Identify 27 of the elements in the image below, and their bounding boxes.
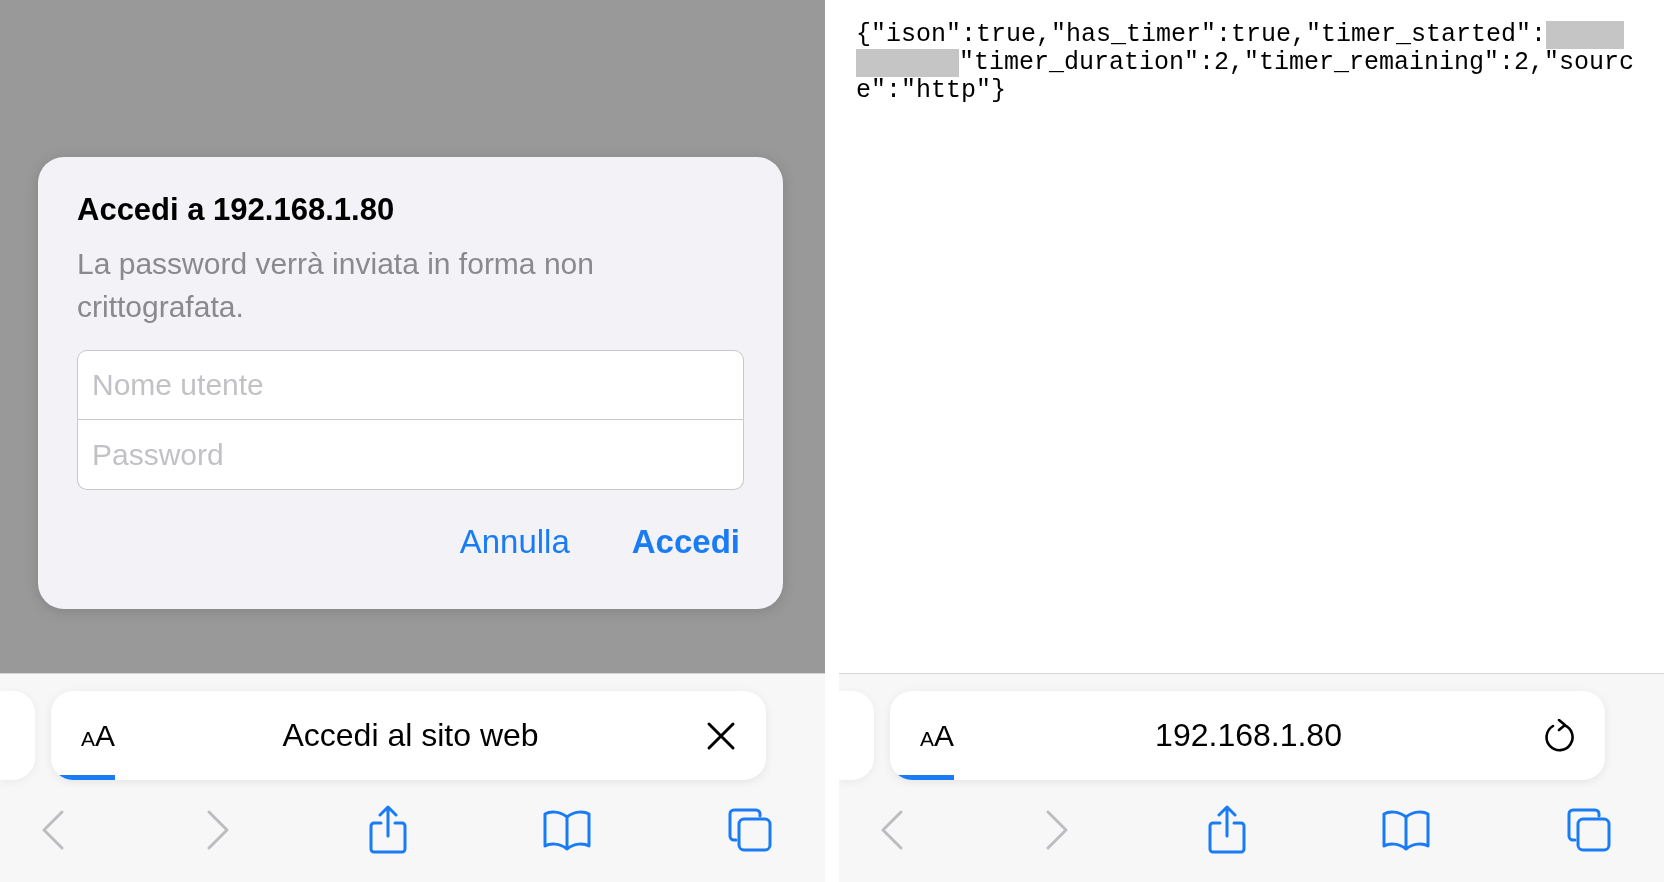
close-icon — [706, 720, 736, 751]
json-text: "timer_duration":2,"timer_remaining":2,"sourc — [959, 49, 1635, 77]
address-text: Accedi al sito web — [281, 717, 540, 754]
address-bar[interactable]: AA Accedi al sito web — [51, 691, 766, 780]
book-icon — [542, 809, 593, 851]
address-text: 192.168.1.80 — [1154, 717, 1343, 754]
input-field[interactable]: Nome utente — [77, 350, 744, 420]
book-icon — [1381, 809, 1432, 851]
input-field[interactable]: Password — [77, 420, 744, 490]
reload-button[interactable] — [1543, 718, 1575, 753]
share-button[interactable] — [1206, 805, 1247, 855]
tabs-icon — [727, 807, 773, 853]
dialog-message: La password verrà inviata in forma non crittografata. — [77, 246, 595, 325]
text-size-button[interactable]: AA — [920, 718, 955, 753]
text-size-button[interactable]: AA — [81, 718, 116, 753]
dialog-button[interactable]: Annulla — [459, 523, 570, 561]
tabs-icon — [1566, 807, 1612, 853]
share-button[interactable] — [367, 805, 408, 855]
reload-icon — [1543, 718, 1575, 753]
share-icon — [367, 805, 408, 855]
json-text: {"ison":true,"has_timer":true,"timer_started": — [856, 21, 1547, 49]
close-button[interactable] — [706, 720, 736, 751]
json-text: e":"http"} — [856, 77, 1007, 105]
dialog-title: Accedi a 192.168.1.80 — [77, 191, 396, 229]
share-icon — [1206, 805, 1247, 855]
dialog-button[interactable]: Accedi — [631, 523, 740, 561]
address-bar[interactable]: AA 192.168.1.80 — [890, 691, 1605, 780]
